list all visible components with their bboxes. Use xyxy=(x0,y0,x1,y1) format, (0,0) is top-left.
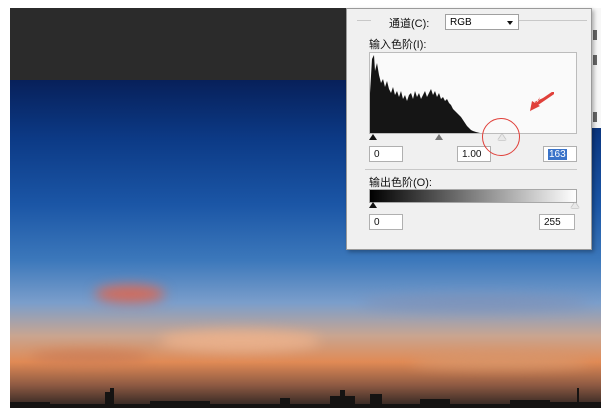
output-white-value: 255 xyxy=(544,217,561,228)
output-black-value: 0 xyxy=(374,217,380,228)
cloud xyxy=(30,350,150,364)
highlight-circle xyxy=(482,118,520,156)
levels-dialog: 通道(C): RGB 输入色阶(I): 0 1.00 163 输出色阶(O): … xyxy=(346,8,592,250)
input-white-value: 163 xyxy=(548,149,567,160)
output-white-slider[interactable] xyxy=(571,202,579,208)
input-black-value: 0 xyxy=(374,149,380,160)
input-black-field[interactable]: 0 xyxy=(369,146,403,162)
input-black-slider[interactable] xyxy=(369,134,377,140)
output-gradient-bar xyxy=(369,189,577,203)
cloud xyxy=(160,330,320,352)
channel-label: 通道(C): xyxy=(389,18,430,30)
panel-edge-mark xyxy=(593,112,597,122)
cloud xyxy=(410,355,590,369)
section-divider xyxy=(365,169,577,170)
red-arrow-icon xyxy=(530,92,554,112)
input-levels-label: 输入色阶(I): xyxy=(369,39,427,51)
output-white-field[interactable]: 255 xyxy=(539,214,575,230)
chevron-down-icon xyxy=(507,21,513,25)
output-black-field[interactable]: 0 xyxy=(369,214,403,230)
panel-edge xyxy=(591,8,601,128)
panel-edge-mark xyxy=(593,55,597,65)
output-levels-label: 输出色阶(O): xyxy=(369,177,432,189)
cloud xyxy=(360,295,590,311)
input-gamma-slider[interactable] xyxy=(435,134,443,140)
input-gamma-value: 1.00 xyxy=(462,149,482,160)
input-white-field[interactable]: 163 xyxy=(543,146,577,162)
panel-edge-mark xyxy=(593,30,597,40)
channel-select[interactable]: RGB xyxy=(445,14,519,30)
output-black-slider[interactable] xyxy=(369,202,377,208)
channel-row: 通道(C): RGB xyxy=(365,11,575,31)
city-skyline xyxy=(10,388,601,408)
channel-value: RGB xyxy=(450,17,472,28)
cloud xyxy=(95,285,165,303)
